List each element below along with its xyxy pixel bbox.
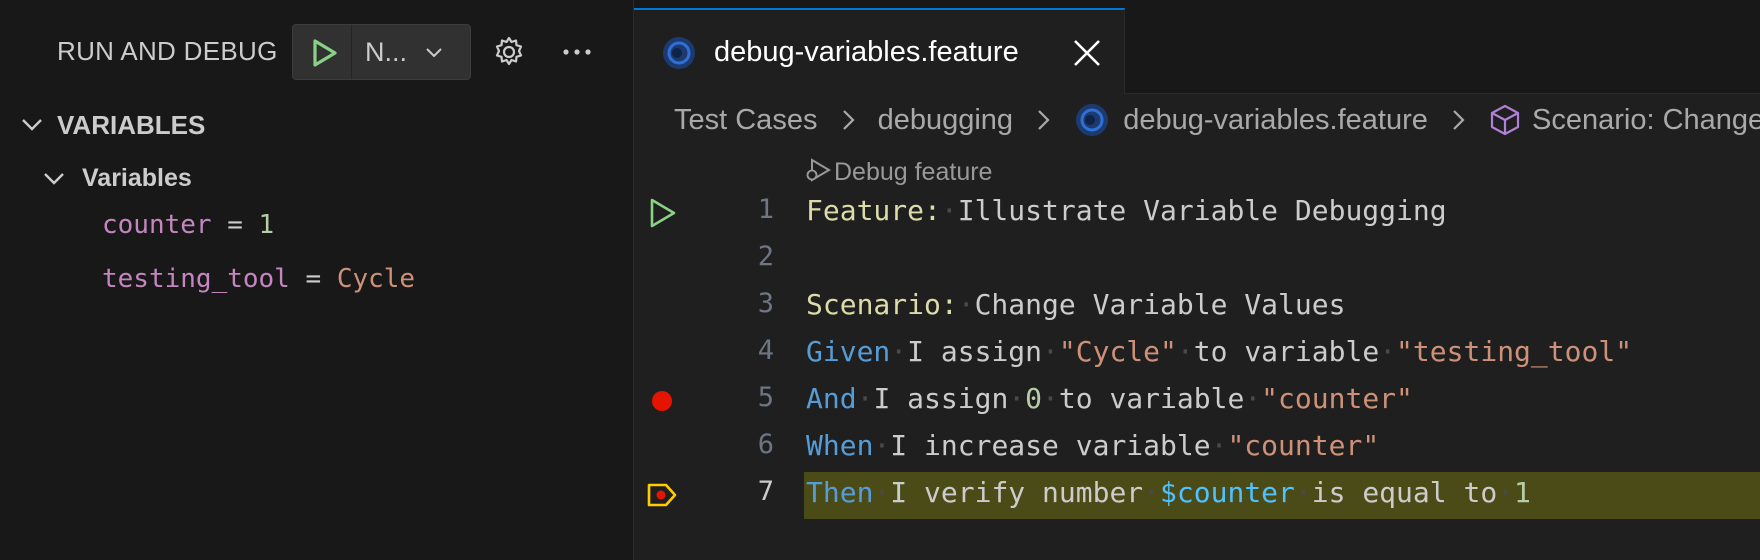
variables-scope[interactable]: Variables (0, 157, 633, 201)
close-icon[interactable] (1070, 36, 1104, 70)
variable-value: Cycle (336, 264, 416, 294)
code-text: When·I increase variable·"counter" (806, 429, 1380, 462)
line-number: 1 (757, 194, 774, 225)
variables-section-title: VARIABLES (57, 110, 206, 140)
token-text: Illustrate Variable Debugging (957, 194, 1447, 227)
tab-bar: debug-variables.feature (634, 0, 1760, 94)
code-text: Feature:·Illustrate Variable Debugging (806, 194, 1447, 227)
panel-header: RUN AND DEBUG N... (0, 0, 633, 100)
chevron-down-icon[interactable] (421, 40, 447, 66)
token-string: "testing_tool" (1396, 335, 1633, 368)
token-keyword: When (806, 429, 874, 462)
code-line[interactable]: 2 (634, 237, 1760, 284)
variable-equals: = (289, 264, 337, 294)
variable-equals: = (211, 210, 259, 240)
breadcrumb-item[interactable]: Scenario: Change Variable Values (1532, 104, 1760, 137)
start-debugging-button[interactable] (307, 36, 341, 70)
debug-feature-codelens[interactable]: Debug feature (804, 156, 992, 187)
run-and-debug-panel: RUN AND DEBUG N... VARIABLES Variables c… (0, 0, 633, 560)
feature-file-icon (1076, 104, 1109, 136)
token-text: is equal to (1311, 476, 1498, 509)
code-text: Then·I verify number·$counter·is equal t… (806, 476, 1531, 509)
line-number: 7 (757, 476, 774, 507)
editor-area: debug-variables.feature Test Cases debug… (633, 0, 1760, 560)
chevron-down-icon (44, 173, 64, 185)
variable-row[interactable]: testing_tool = Cycle (102, 264, 622, 308)
divider (351, 25, 352, 79)
code-line[interactable]: 1 Feature:·Illustrate Variable Debugging (634, 190, 1760, 237)
code-text: Scenario:·Change Variable Values (806, 288, 1346, 321)
code-line[interactable]: 6 When·I increase variable·"counter" (634, 425, 1760, 472)
line-number: 6 (757, 429, 774, 460)
token-text: I assign (907, 335, 1043, 368)
vscode-window: RUN AND DEBUG N... VARIABLES Variables c… (0, 0, 1760, 560)
breadcrumb-item[interactable]: debug-variables.feature (1123, 104, 1428, 137)
variable-name: counter (102, 210, 212, 240)
token-text: I assign (873, 382, 1009, 415)
variables-scope-label: Variables (82, 164, 192, 192)
panel-title: RUN AND DEBUG (57, 36, 278, 66)
chevron-right-icon (842, 110, 855, 130)
gear-icon[interactable] (490, 33, 528, 71)
debug-icon (806, 158, 831, 182)
chevron-right-icon (1038, 110, 1050, 130)
cube-icon (1490, 104, 1520, 136)
current-line-icon[interactable] (644, 477, 680, 513)
line-number: 4 (757, 335, 774, 366)
line-number: 3 (757, 288, 774, 319)
token-text: to variable (1193, 335, 1380, 368)
code-text: Given·I assign·"Cycle"·to variable·"test… (806, 335, 1633, 368)
breadcrumb-item[interactable]: debugging (878, 104, 1013, 137)
token-keyword: And (806, 382, 857, 415)
token-keyword: Given (806, 335, 891, 368)
code-line[interactable]: 4 Given·I assign·"Cycle"·to variable·"te… (634, 331, 1760, 378)
token-string: "counter" (1261, 382, 1413, 415)
launch-configuration-select[interactable]: N... (365, 37, 407, 68)
tab-debug-variables-feature[interactable]: debug-variables.feature (634, 8, 1125, 94)
token-keyword: Feature: (806, 194, 941, 227)
breakpoint-icon[interactable] (644, 383, 680, 419)
more-icon[interactable] (558, 33, 596, 71)
feature-file-icon (663, 37, 695, 69)
code-line[interactable]: 3 Scenario:·Change Variable Values (634, 284, 1760, 331)
code-line-current[interactable]: 7 Then·I verify number·$counter·is equal… (634, 472, 1760, 519)
token-string: "counter" (1227, 429, 1380, 462)
variables-section-header[interactable]: VARIABLES (0, 103, 633, 147)
chevron-down-icon (22, 119, 42, 131)
breadcrumb-item[interactable]: Test Cases (674, 104, 817, 137)
variable-value: 1 (258, 210, 275, 240)
line-number: 2 (757, 241, 774, 272)
line-number: 5 (757, 382, 774, 413)
token-text: I increase variable (890, 429, 1211, 462)
tab-label: debug-variables.feature (714, 36, 1019, 68)
token-keyword: Scenario: (806, 288, 958, 321)
variable-row[interactable]: counter = 1 (102, 210, 622, 254)
token-string: "Cycle" (1058, 335, 1177, 368)
token-text: I verify number (890, 476, 1144, 509)
token-variable: $counter (1160, 476, 1295, 509)
token-text: Change Variable Values (974, 288, 1346, 321)
chevron-right-icon (1453, 110, 1465, 130)
code-line[interactable]: 5 And·I assign·0·to variable·"counter" (634, 378, 1760, 425)
variable-name: testing_tool (102, 264, 290, 294)
token-number: 0 (1025, 382, 1043, 415)
breadcrumb: Test Cases debugging debug-variables.fea… (674, 101, 1760, 149)
launch-configuration-group: N... (292, 24, 471, 80)
token-text: to variable (1058, 382, 1245, 415)
code-text: And·I assign·0·to variable·"counter" (806, 382, 1413, 415)
token-number: 1 (1514, 476, 1531, 509)
codelens-label: Debug feature (834, 158, 993, 186)
token-keyword: Then (806, 476, 874, 509)
play-icon[interactable] (644, 195, 680, 231)
